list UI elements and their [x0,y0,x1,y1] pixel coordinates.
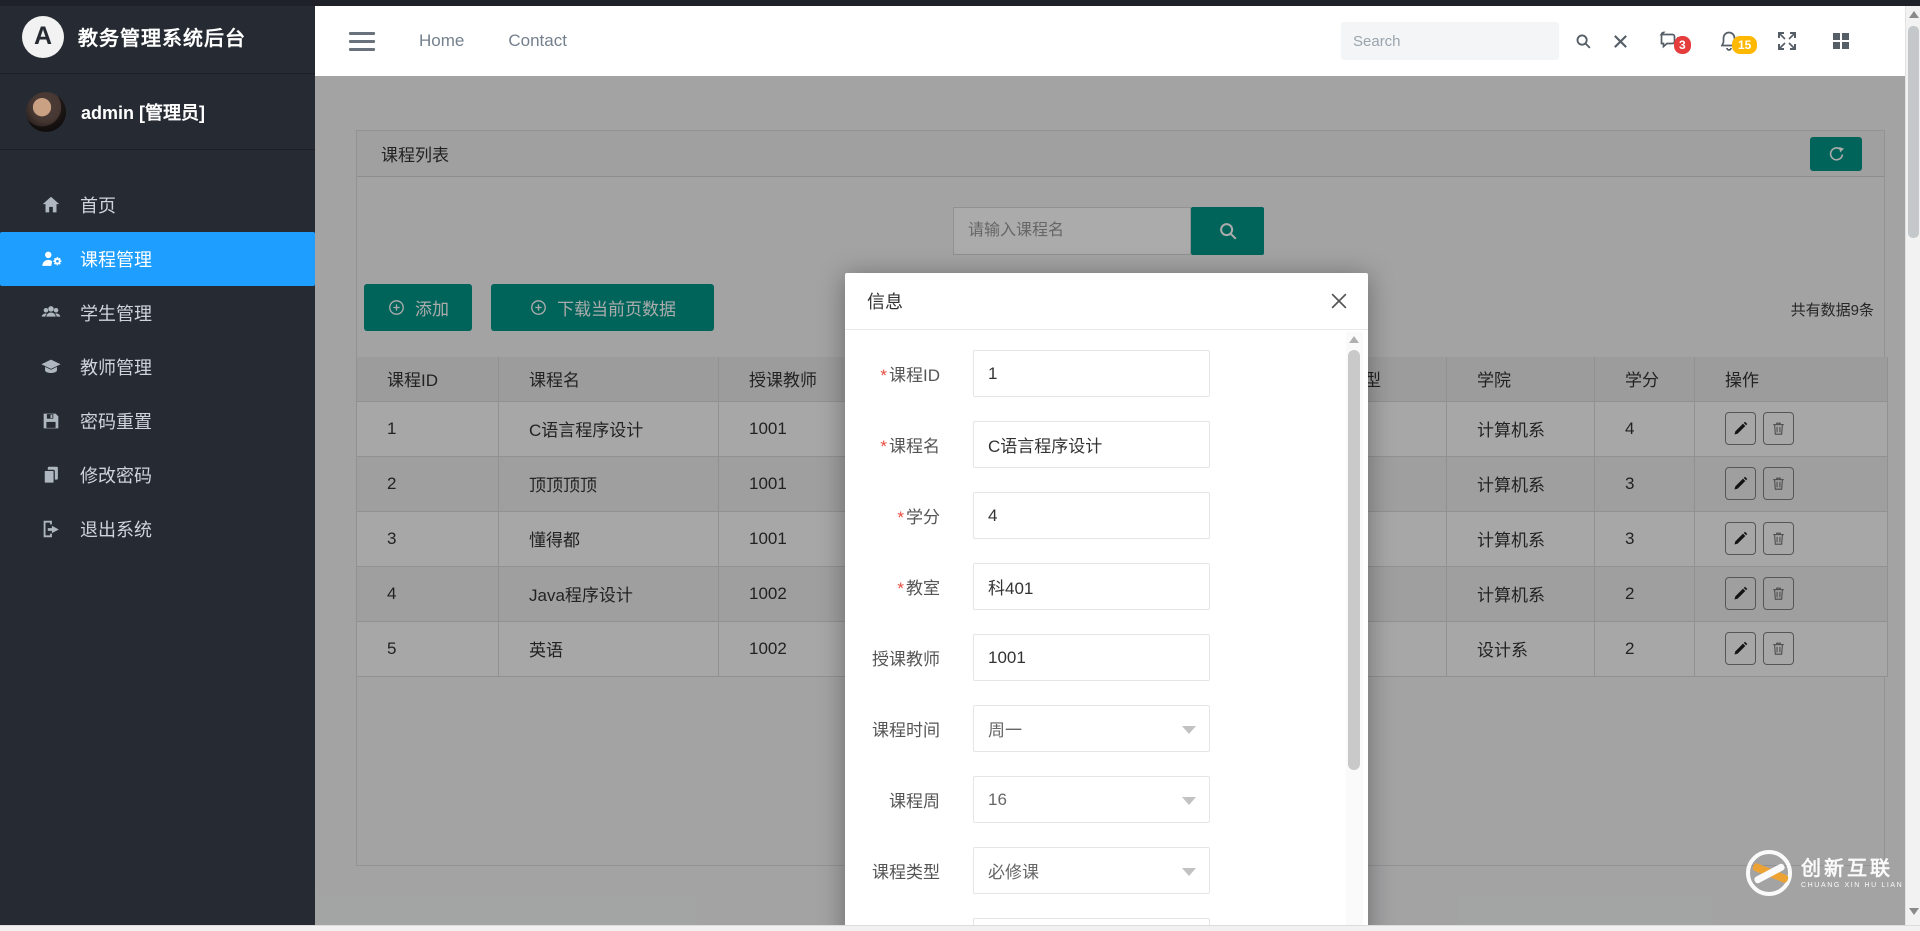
modal-body: *课程ID 1 *课程名 C语言程序设计 *学分 4 *教室 科401 授课教师… [845,330,1368,931]
sidebar: A 教务管理系统后台 admin [管理员] 首页 课程管理 学生管理 教师管理… [0,0,315,931]
app-logo-icon: A [22,16,64,58]
info-modal: 信息 *课程ID 1 *课程名 C语言程序设计 *学分 4 *教室 科401 授… [845,273,1368,931]
sidebar-item-label: 退出系统 [80,516,152,542]
messages-icon[interactable]: 3 [1659,29,1683,53]
field-classroom: *教室 科401 [845,563,1368,610]
copy-icon [40,464,62,486]
global-search-input[interactable] [1341,22,1559,60]
teacher-input[interactable]: 1001 [973,634,1210,681]
field-label: 授课教师 [845,645,940,670]
course-name-input[interactable]: C语言程序设计 [973,421,1210,468]
notifications-bell-icon[interactable]: 15 [1717,29,1741,53]
hamburger-menu-icon[interactable] [349,32,375,51]
nav-link-contact[interactable]: Contact [508,31,567,51]
close-icon[interactable] [1328,290,1350,312]
chevron-down-icon [1182,797,1196,805]
sidebar-item-label: 修改密码 [80,462,152,488]
field-course-id: *课程ID 1 [845,350,1368,397]
scrollbar-thumb[interactable] [1908,26,1919,238]
site-watermark: 创新互联 CHUANG XIN HU LIAN [1746,850,1903,896]
user-avatar[interactable] [26,92,66,132]
course-type-select[interactable]: 必修课 [973,847,1210,894]
page-vertical-scrollbar[interactable] [1905,6,1920,925]
clear-search-icon[interactable] [1612,33,1629,50]
field-course-time: 课程时间 周一 [845,705,1368,752]
sidebar-item-student-management[interactable]: 学生管理 [0,286,315,340]
sidebar-menu: 首页 课程管理 学生管理 教师管理 密码重置 修改密码 退出系统 [0,178,315,556]
required-marker: * [897,508,904,527]
classroom-input[interactable]: 科401 [973,563,1210,610]
user-name-text: admin [81,103,134,123]
sidebar-item-course-management[interactable]: 课程管理 [0,232,315,286]
required-marker: * [880,437,887,456]
watermark-subtitle: CHUANG XIN HU LIAN [1801,882,1903,889]
sidebar-item-label: 密码重置 [80,408,152,434]
sidebar-item-label: 学生管理 [80,300,152,326]
graduation-cap-icon [40,356,62,378]
watermark-title: 创新互联 [1801,858,1903,880]
sidebar-item-password-reset[interactable]: 密码重置 [0,394,315,448]
floppy-disk-icon [40,410,62,432]
user-role-text: [管理员] [139,103,205,123]
fullscreen-icon[interactable] [1775,29,1799,53]
messages-badge: 3 [1674,36,1691,54]
sidebar-item-teacher-management[interactable]: 教师管理 [0,340,315,394]
field-course-name: *课程名 C语言程序设计 [845,421,1368,468]
credit-input[interactable]: 4 [973,492,1210,539]
sidebar-item-label: 课程管理 [80,246,152,272]
modal-header: 信息 [845,273,1368,330]
watermark-logo-icon [1746,850,1792,896]
course-id-input[interactable]: 1 [973,350,1210,397]
scroll-down-icon[interactable] [1909,908,1919,915]
sidebar-item-home[interactable]: 首页 [0,178,315,232]
navbar-right-cluster: 3 15 [1341,22,1853,60]
search-icon[interactable] [1575,33,1592,50]
modal-title: 信息 [867,288,903,314]
user-gear-icon [40,248,62,270]
modal-scrollbar[interactable] [1346,332,1363,931]
scrollbar-thumb[interactable] [1348,350,1360,770]
scroll-up-icon[interactable] [1909,11,1919,18]
chevron-down-icon [1182,726,1196,734]
user-row: admin [管理员] [0,74,315,150]
field-credit: *学分 4 [845,492,1368,539]
user-name: admin [管理员] [81,99,205,125]
home-icon [40,194,62,216]
sidebar-item-change-password[interactable]: 修改密码 [0,448,315,502]
field-label: *学分 [845,503,940,528]
field-label: *教室 [845,574,940,599]
required-marker: * [897,579,904,598]
app-title: 教务管理系统后台 [78,22,246,51]
scroll-up-icon[interactable] [1349,336,1359,343]
course-week-select[interactable]: 16 [973,776,1210,823]
page-horizontal-scrollbar[interactable] [0,925,1920,931]
logo-row: A 教务管理系统后台 [0,0,315,74]
notifications-badge: 15 [1732,36,1757,54]
apps-grid-icon[interactable] [1829,29,1853,53]
sidebar-item-logout[interactable]: 退出系统 [0,502,315,556]
window-top-strip [0,0,1920,6]
watermark-text: 创新互联 CHUANG XIN HU LIAN [1801,858,1903,889]
top-navbar: Home Contact 3 15 [315,6,1905,76]
field-label: 课程时间 [845,716,940,741]
users-icon [40,302,62,324]
sidebar-item-label: 教师管理 [80,354,152,380]
field-teacher: 授课教师 1001 [845,634,1368,681]
required-marker: * [880,366,887,385]
sign-out-icon [40,518,62,540]
course-time-select[interactable]: 周一 [973,705,1210,752]
sidebar-item-label: 首页 [80,192,116,218]
nav-link-home[interactable]: Home [419,31,464,51]
field-label: *课程名 [845,432,940,457]
field-course-type: 课程类型 必修课 [845,847,1368,894]
field-label: 课程类型 [845,858,940,883]
chevron-down-icon [1182,868,1196,876]
field-label: 课程周 [845,787,940,812]
field-course-week: 课程周 16 [845,776,1368,823]
field-label: *课程ID [845,361,940,386]
